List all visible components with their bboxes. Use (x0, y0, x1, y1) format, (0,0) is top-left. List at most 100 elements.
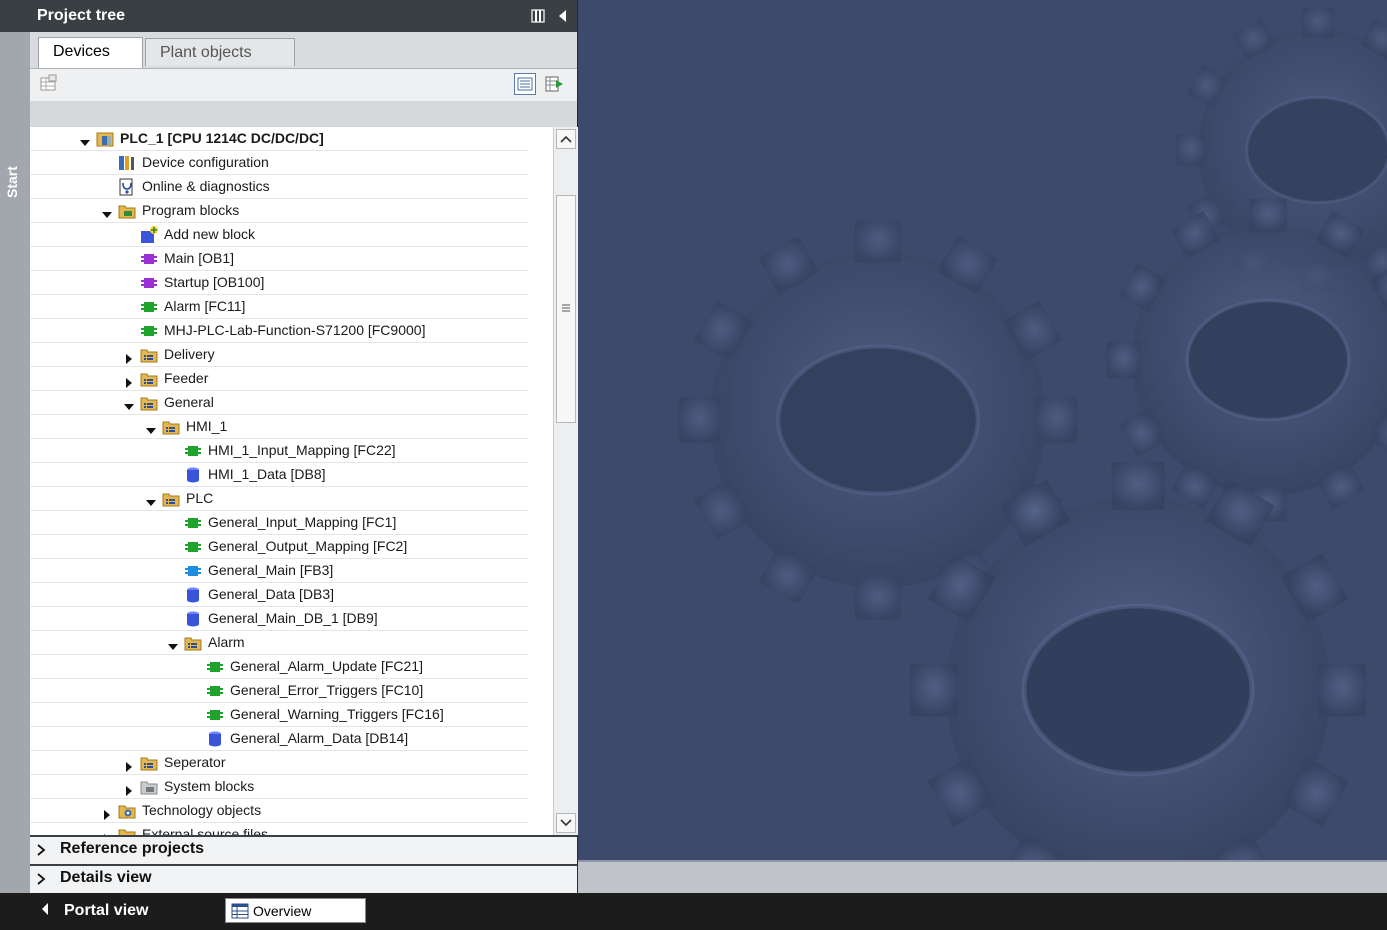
collapse-triangle-icon[interactable] (102, 805, 112, 820)
overview-tab[interactable]: Overview (225, 898, 366, 923)
tree-toolbar (30, 69, 577, 101)
tree-item[interactable]: Main [OB1] (30, 247, 528, 271)
tree-item-label: PLC_1 [CPU 1214C DC/DC/DC] (120, 130, 324, 146)
tree-item[interactable]: HMI_1_Input_Mapping [FC22] (30, 439, 528, 463)
tree-item[interactable]: PLC_1 [CPU 1214C DC/DC/DC] (30, 127, 528, 151)
tree-item[interactable]: Program blocks (30, 199, 528, 223)
device-config-icon (118, 154, 136, 172)
tree-toolbar-button[interactable] (38, 73, 60, 95)
fc-block-icon (206, 658, 224, 676)
tree-item[interactable]: Alarm (30, 631, 528, 655)
tree-item-label: Alarm [FC11] (164, 298, 246, 314)
tree-item[interactable]: General_Alarm_Update [FC21] (30, 655, 528, 679)
portal-view-link[interactable]: Portal view (40, 902, 148, 920)
chevron-right-icon (37, 844, 46, 856)
tree-item-label: Main [OB1] (164, 250, 235, 266)
group-folder-icon (140, 754, 158, 772)
tree-item[interactable]: General_Output_Mapping [FC2] (30, 535, 528, 559)
sync-view-button[interactable] (543, 73, 565, 95)
collapse-triangle-icon[interactable] (124, 349, 134, 364)
expand-triangle-icon[interactable] (80, 133, 90, 146)
tree-item-label: General (164, 394, 214, 410)
export-table-icon (545, 76, 563, 92)
scroll-up-button[interactable] (556, 129, 576, 149)
fc-block-icon (184, 538, 202, 556)
fc-block-icon (206, 682, 224, 700)
reference-projects-section[interactable]: Reference projects (30, 835, 577, 862)
fc-block-icon (184, 514, 202, 532)
start-label[interactable]: Start (4, 166, 20, 198)
tree-item[interactable]: Online & diagnostics (30, 175, 528, 199)
ob-block-icon (140, 250, 158, 268)
tree-item-label: General_Data [DB3] (208, 586, 335, 602)
tree-item-label: General_Error_Triggers [FC10] (230, 682, 424, 698)
tree-item[interactable]: Delivery (30, 343, 528, 367)
add-block-icon (140, 226, 158, 244)
tree-item[interactable]: General_Input_Mapping [FC1] (30, 511, 528, 535)
tree-item[interactable]: MHJ-PLC-Lab-Function-S71200 [FC9000] (30, 319, 528, 343)
expand-triangle-icon[interactable] (146, 493, 156, 506)
tab-plant-objects[interactable]: Plant objects (145, 38, 295, 66)
technology-objects-icon (118, 802, 136, 820)
details-view-label: Details view (60, 869, 152, 886)
tree-scrollbar[interactable] (553, 127, 578, 835)
tree-item-label: Device configuration (142, 154, 269, 170)
bottom-bar: Portal view Overview (0, 893, 1387, 930)
collapse-triangle-icon[interactable] (124, 757, 134, 772)
tree-item[interactable]: System blocks (30, 775, 528, 799)
collapse-triangle-icon[interactable] (124, 373, 134, 388)
project-tree-header: Project tree (30, 0, 577, 32)
workspace-area (578, 0, 1387, 860)
expand-triangle-icon[interactable] (102, 205, 112, 218)
group-folder-icon (162, 418, 180, 436)
tree-item-label: Technology objects (142, 802, 262, 818)
scroll-thumb[interactable] (556, 195, 576, 423)
tree-item[interactable]: Device configuration (30, 151, 528, 175)
start-strip[interactable]: Start (0, 0, 31, 893)
start-strip-top (0, 0, 30, 32)
tree-item[interactable]: General_Warning_Triggers [FC16] (30, 703, 528, 727)
tree-item-label: Add new block (164, 226, 256, 242)
tree-item-label: Feeder (164, 370, 209, 386)
tree-item[interactable]: Feeder (30, 367, 528, 391)
tree-item[interactable]: Seperator (30, 751, 528, 775)
db-block-icon (184, 610, 202, 628)
tree-item[interactable]: HMI_1 (30, 415, 528, 439)
tree-item[interactable]: HMI_1_Data [DB8] (30, 463, 528, 487)
tree-item[interactable]: Add new block (30, 223, 528, 247)
expand-triangle-icon[interactable] (124, 397, 134, 410)
fc-block-icon (206, 706, 224, 724)
grid-view-icon (40, 74, 57, 91)
scroll-down-button[interactable] (556, 813, 576, 833)
collapse-left-icon[interactable] (556, 9, 570, 23)
tree-item[interactable]: General_Main_DB_1 [DB9] (30, 607, 528, 631)
expand-triangle-icon[interactable] (146, 421, 156, 434)
expand-triangle-icon[interactable] (168, 637, 178, 650)
tree-item-label: Delivery (164, 346, 215, 362)
ob-block-icon (140, 274, 158, 292)
tree-item-label: General_Alarm_Data [DB14] (230, 730, 409, 746)
tree-item[interactable]: PLC (30, 487, 528, 511)
diagnostics-icon (118, 178, 136, 196)
tree-item[interactable]: Alarm [FC11] (30, 295, 528, 319)
tree-item[interactable]: General_Data [DB3] (30, 583, 528, 607)
tree-item[interactable]: General_Alarm_Data [DB14] (30, 727, 528, 751)
tree-item[interactable]: External source files (30, 823, 528, 835)
group-folder-icon (140, 394, 158, 412)
tree-item[interactable]: Technology objects (30, 799, 528, 823)
tree-item[interactable]: General (30, 391, 528, 415)
tree-item-label: General_Input_Mapping [FC1] (208, 514, 397, 530)
fc-block-icon (140, 298, 158, 316)
tree-item[interactable]: General_Error_Triggers [FC10] (30, 679, 528, 703)
tree-item[interactable]: Startup [OB100] (30, 271, 528, 295)
list-view-button[interactable] (514, 73, 536, 95)
tab-devices[interactable]: Devices (38, 37, 143, 68)
chevron-down-icon (560, 819, 572, 827)
panel-layout-icon[interactable] (531, 9, 545, 23)
group-folder-icon (162, 490, 180, 508)
collapse-triangle-icon[interactable] (124, 781, 134, 796)
tree-item[interactable]: General_Main [FB3] (30, 559, 528, 583)
tree-item-label: HMI_1_Input_Mapping [FC22] (208, 442, 396, 458)
details-view-section[interactable]: Details view (30, 864, 577, 893)
tree-item-label: PLC (186, 490, 214, 506)
